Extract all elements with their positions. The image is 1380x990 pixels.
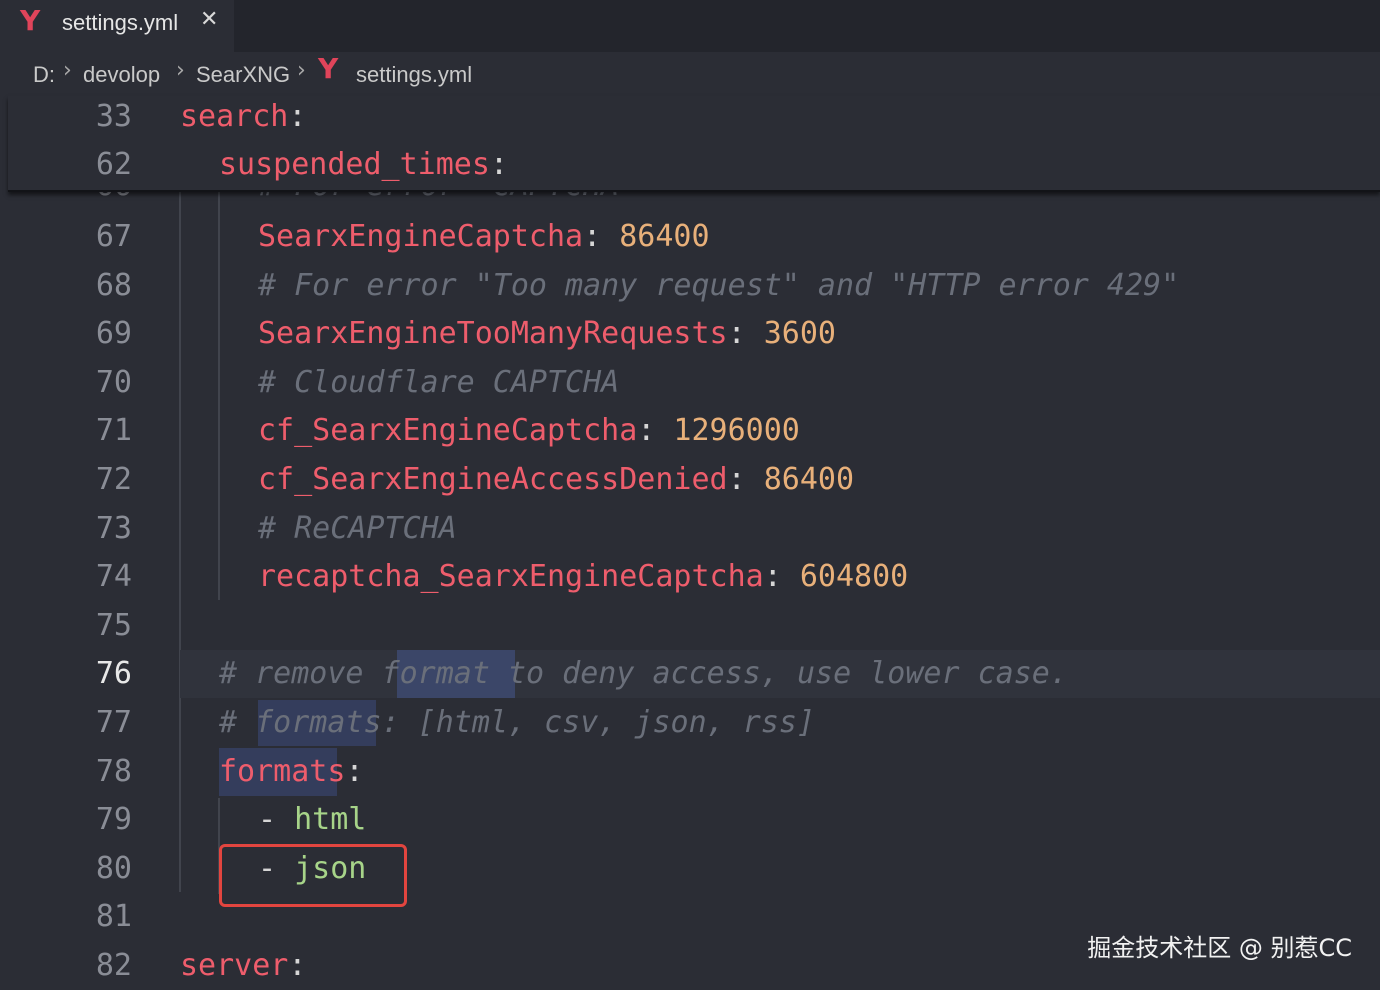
breadcrumb-drive[interactable]: D: xyxy=(33,62,55,88)
breadcrumb: D: › devolop › SearXNG › Y settings.yml xyxy=(0,52,1380,96)
code-text: suspended_times: xyxy=(219,147,508,182)
code-line[interactable]: 79 - html xyxy=(0,796,1380,844)
code-line[interactable]: 78 formats: xyxy=(0,748,1380,796)
line-number: 62 xyxy=(95,147,132,182)
annotation-highlight-box xyxy=(219,844,407,907)
line-number: 80 xyxy=(95,851,132,886)
chevron-right-icon: › xyxy=(297,58,306,83)
code-text: recaptcha_SearxEngineCaptcha: 604800 xyxy=(258,559,909,594)
line-number: 71 xyxy=(95,413,132,448)
code-text: SearxEngineCaptcha: 86400 xyxy=(258,219,710,254)
code-line[interactable]: 69 SearxEngineTooManyRequests: 3600 xyxy=(0,310,1380,358)
line-number: 79 xyxy=(95,802,132,837)
code-line[interactable]: 33 search: xyxy=(0,93,1380,141)
code-comment: # formats: [html, csv, json, rss] xyxy=(219,705,816,740)
chevron-right-icon: › xyxy=(176,58,185,83)
code-line[interactable]: 67 SearxEngineCaptcha: 86400 xyxy=(0,213,1380,261)
code-text: cf_SearxEngineAccessDenied: 86400 xyxy=(258,462,855,497)
line-number: 77 xyxy=(95,705,132,740)
line-number: 73 xyxy=(95,511,132,546)
code-line[interactable]: 71 cf_SearxEngineCaptcha: 1296000 xyxy=(0,407,1380,455)
code-comment: # remove format to deny access, use lowe… xyxy=(219,656,1068,691)
yaml-file-icon: Y xyxy=(20,4,41,37)
code-line[interactable]: 68 # For error "Too many request" and "H… xyxy=(0,262,1380,310)
yaml-file-icon: Y xyxy=(318,52,339,85)
line-number: 70 xyxy=(95,365,132,400)
line-number: 33 xyxy=(95,99,132,134)
line-number: 67 xyxy=(95,219,132,254)
code-text: formats: xyxy=(219,754,364,789)
sticky-scroll-header[interactable]: 33 search: 62 suspended_times: xyxy=(8,96,1380,192)
line-number: 74 xyxy=(95,559,132,594)
tab-bar: Y settings.yml ✕ xyxy=(0,0,1380,52)
code-line[interactable]: 80 - json xyxy=(0,845,1380,893)
line-number: 75 xyxy=(95,608,132,643)
line-number: 78 xyxy=(95,754,132,789)
tab-settings-yml[interactable]: Y settings.yml ✕ xyxy=(0,0,234,52)
code-comment: # For error "Too many request" and "HTTP… xyxy=(258,268,1180,303)
line-number: 82 xyxy=(95,948,132,983)
breadcrumb-file[interactable]: settings.yml xyxy=(356,62,472,88)
line-number: 72 xyxy=(95,462,132,497)
code-line[interactable]: 75 xyxy=(0,602,1380,650)
code-line[interactable]: 74 recaptcha_SearxEngineCaptcha: 604800 xyxy=(0,553,1380,601)
close-icon[interactable]: ✕ xyxy=(200,7,218,32)
breadcrumb-folder-searxng[interactable]: SearXNG xyxy=(196,62,290,88)
code-text: SearxEngineTooManyRequests: 3600 xyxy=(258,316,836,351)
code-line[interactable]: 73 # ReCAPTCHA xyxy=(0,505,1380,553)
code-comment: # Cloudflare CAPTCHA xyxy=(258,365,620,400)
code-text: search: xyxy=(180,99,307,134)
code-line[interactable]: 70 # Cloudflare CAPTCHA xyxy=(0,359,1380,407)
code-text: server: xyxy=(180,948,307,983)
watermark: 掘金技术社区 @ 别惹CC xyxy=(1087,934,1352,962)
line-number: 69 xyxy=(95,316,132,351)
code-text: cf_SearxEngineCaptcha: 1296000 xyxy=(258,413,800,448)
code-comment: # ReCAPTCHA xyxy=(258,511,457,546)
chevron-right-icon: › xyxy=(63,58,72,83)
tab-label: settings.yml xyxy=(62,10,179,35)
breadcrumb-folder-devolop[interactable]: devolop xyxy=(83,62,160,88)
line-number: 76 xyxy=(95,656,132,691)
code-text: - html xyxy=(258,802,367,837)
code-line[interactable]: 72 cf_SearxEngineAccessDenied: 86400 xyxy=(0,456,1380,504)
line-number: 68 xyxy=(95,268,132,303)
code-line-active[interactable]: 76 # remove format to deny access, use l… xyxy=(0,650,1380,698)
line-number: 81 xyxy=(95,899,132,934)
code-line[interactable]: 62 suspended_times: xyxy=(0,141,1380,189)
code-line[interactable]: 77 # formats: [html, csv, json, rss] xyxy=(0,699,1380,747)
